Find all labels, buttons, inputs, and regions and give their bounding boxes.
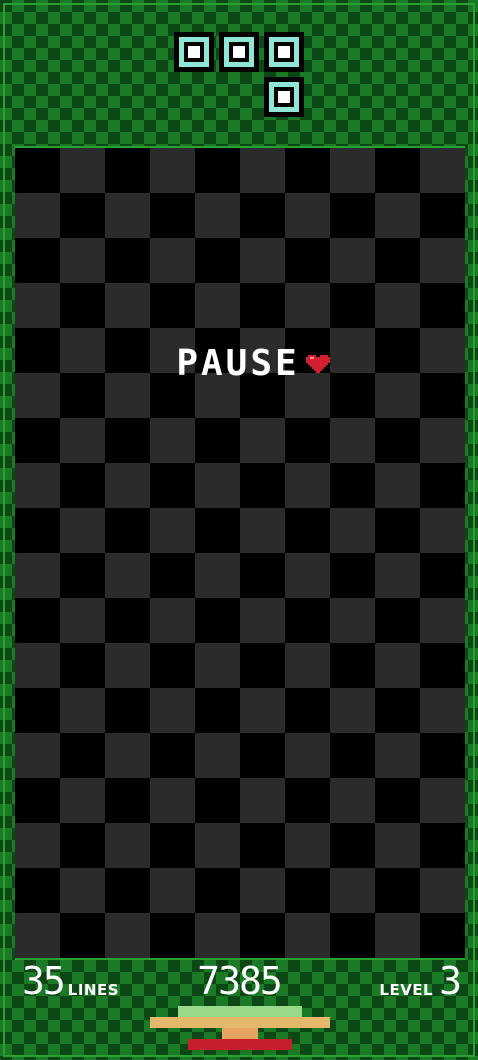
level-counter: LEVEL 3 [379, 959, 462, 1003]
next-piece-panel [14, 8, 464, 146]
next-block [174, 32, 214, 72]
stack-bar-tan [150, 1017, 330, 1028]
heart-icon [305, 355, 330, 373]
stack-bar-red [188, 1039, 292, 1050]
pause-overlay: PAUSE [15, 344, 465, 384]
next-piece [14, 8, 464, 146]
next-block [219, 32, 259, 72]
score-value: 7385 [197, 959, 283, 1003]
level-label: LEVEL [379, 981, 434, 999]
playfield[interactable]: PAUSE [15, 146, 465, 960]
hud: 35 LINES 7385 LEVEL 3 [14, 960, 464, 1004]
stack-bar-green [178, 1006, 302, 1017]
next-block [264, 77, 304, 117]
stack-bar-orange [222, 1028, 258, 1039]
stack-icon [150, 1006, 330, 1052]
level-value: 3 [439, 959, 462, 1003]
pause-label: PAUSE [176, 343, 300, 384]
next-block [264, 32, 304, 72]
